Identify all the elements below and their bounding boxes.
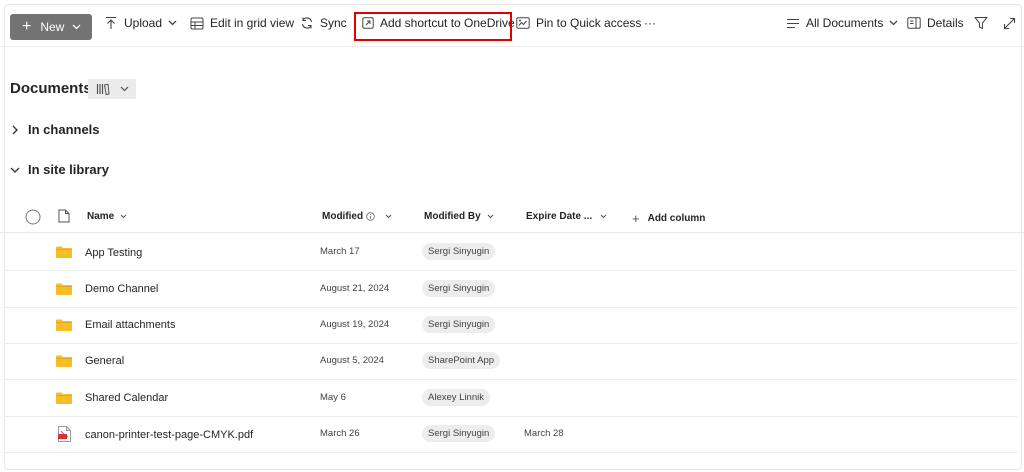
chevron-down-icon <box>120 86 129 92</box>
chevron-right-icon <box>12 125 18 134</box>
chevron-down-icon <box>487 214 494 219</box>
file-type-column[interactable] <box>58 209 70 228</box>
file-name[interactable]: Demo Channel <box>85 283 158 295</box>
modified-by-persona[interactable]: Sergi Sinyugin <box>422 425 496 442</box>
pin-icon <box>516 17 530 29</box>
page-title: Documents <box>10 80 92 97</box>
folder-icon <box>56 319 72 331</box>
circle-icon <box>25 209 41 225</box>
group-label: In site library <box>28 162 109 177</box>
info-icon <box>366 212 375 221</box>
folder-icon <box>56 246 72 258</box>
upload-icon <box>106 16 116 29</box>
column-name-label: Name <box>87 211 115 222</box>
file-name[interactable]: Shared Calendar <box>85 392 168 404</box>
plus-icon: + <box>22 18 32 35</box>
highlight-box <box>354 12 512 41</box>
chevron-down-icon <box>120 214 127 219</box>
chevron-down-icon <box>889 20 898 26</box>
column-modified-by[interactable]: Modified By <box>424 211 494 222</box>
pin-to-quick-access-button[interactable]: Pin to Quick access <box>516 12 641 34</box>
expire-date: March 28 <box>524 428 564 439</box>
modified-by-persona[interactable]: SharePoint App <box>422 352 501 369</box>
document-icon <box>58 209 70 223</box>
details-button[interactable]: Details <box>907 12 964 34</box>
new-button[interactable]: + New <box>10 14 92 40</box>
column-expire-date[interactable]: Expire Date ... <box>526 211 607 222</box>
chevron-down-icon <box>385 214 392 219</box>
modified-date: August 5, 2024 <box>320 355 384 366</box>
modified-date: March 17 <box>320 246 360 257</box>
add-column-button[interactable]: + Add column <box>632 211 705 226</box>
group-in-site-library[interactable]: In site library <box>10 162 109 177</box>
folder-icon <box>56 392 72 404</box>
modified-by-persona[interactable]: Sergi Sinyugin <box>422 280 496 297</box>
new-button-label: New <box>40 20 65 34</box>
list-view-icon <box>787 18 799 28</box>
edit-in-grid-view-button[interactable]: Edit in grid view <box>190 12 294 34</box>
table-row[interactable]: General August 5, 2024 SharePoint App <box>4 343 1018 380</box>
plus-icon: + <box>632 211 640 226</box>
modified-by-persona[interactable]: Sergi Sinyugin <box>422 243 496 260</box>
folder-icon <box>56 355 72 367</box>
table-row[interactable]: Demo Channel August 21, 2024 Sergi Sinyu… <box>4 271 1018 308</box>
table-row[interactable]: canon-printer-test-page-CMYK.pdf March 2… <box>4 416 1018 453</box>
chevron-down-icon <box>10 167 20 173</box>
group-label: In channels <box>28 122 100 137</box>
command-bar: + New Upload Edit in grid view Sync Add … <box>0 0 1024 47</box>
modified-by-persona[interactable]: Sergi Sinyugin <box>422 316 496 333</box>
filter-icon <box>974 17 988 29</box>
pin-label: Pin to Quick access <box>536 16 642 30</box>
filter-button[interactable] <box>974 12 988 34</box>
file-name[interactable]: Email attachments <box>85 319 175 331</box>
select-all-checkbox[interactable] <box>25 209 41 230</box>
column-name[interactable]: Name <box>87 211 127 222</box>
library-view-switcher[interactable] <box>88 79 136 99</box>
file-name[interactable]: General <box>85 355 124 367</box>
modified-date: August 19, 2024 <box>320 319 390 330</box>
table-header: Name Modified Modified By Expire Date ..… <box>0 204 1024 233</box>
sync-icon <box>301 17 313 29</box>
column-modified-by-label: Modified By <box>424 211 481 222</box>
modified-date: May 6 <box>320 392 346 403</box>
upload-button[interactable]: Upload <box>104 12 177 34</box>
details-label: Details <box>927 16 964 30</box>
edit-in-grid-view-label: Edit in grid view <box>210 16 295 30</box>
chevron-down-icon <box>168 20 177 26</box>
modified-date: August 21, 2024 <box>320 283 390 294</box>
view-label: All Documents <box>806 16 884 30</box>
column-modified[interactable]: Modified <box>322 211 392 222</box>
file-name[interactable]: canon-printer-test-page-CMYK.pdf <box>85 429 253 441</box>
chevron-down-icon <box>600 214 607 219</box>
modified-date: March 26 <box>320 428 360 439</box>
sync-label: Sync <box>320 16 347 30</box>
folder-icon <box>56 283 72 295</box>
expand-button[interactable] <box>1003 12 1016 34</box>
table-row[interactable]: Shared Calendar May 6 Alexey Linnik <box>4 380 1018 417</box>
pdf-file-icon <box>58 426 71 442</box>
grid-view-icon <box>190 17 204 29</box>
library-icon <box>96 83 110 95</box>
column-modified-label: Modified <box>322 211 364 222</box>
view-selector[interactable]: All Documents <box>786 12 898 34</box>
modified-by-persona[interactable]: Alexey Linnik <box>422 389 490 406</box>
column-expire-date-label: Expire Date ... <box>526 211 593 222</box>
upload-label: Upload <box>124 16 163 30</box>
expand-icon <box>1003 17 1016 29</box>
table-row[interactable]: Email attachments August 19, 2024 Sergi … <box>4 307 1018 344</box>
table-row[interactable]: App Testing March 17 Sergi Sinyugin <box>4 234 1018 271</box>
more-label: ··· <box>644 16 656 30</box>
add-column-label: Add column <box>647 213 706 224</box>
details-pane-icon <box>907 17 921 29</box>
file-name[interactable]: App Testing <box>85 247 142 259</box>
chevron-down-icon <box>72 24 81 30</box>
group-in-channels[interactable]: In channels <box>10 122 100 137</box>
sync-button[interactable]: Sync <box>300 12 347 34</box>
more-options-button[interactable]: ··· <box>644 12 656 34</box>
